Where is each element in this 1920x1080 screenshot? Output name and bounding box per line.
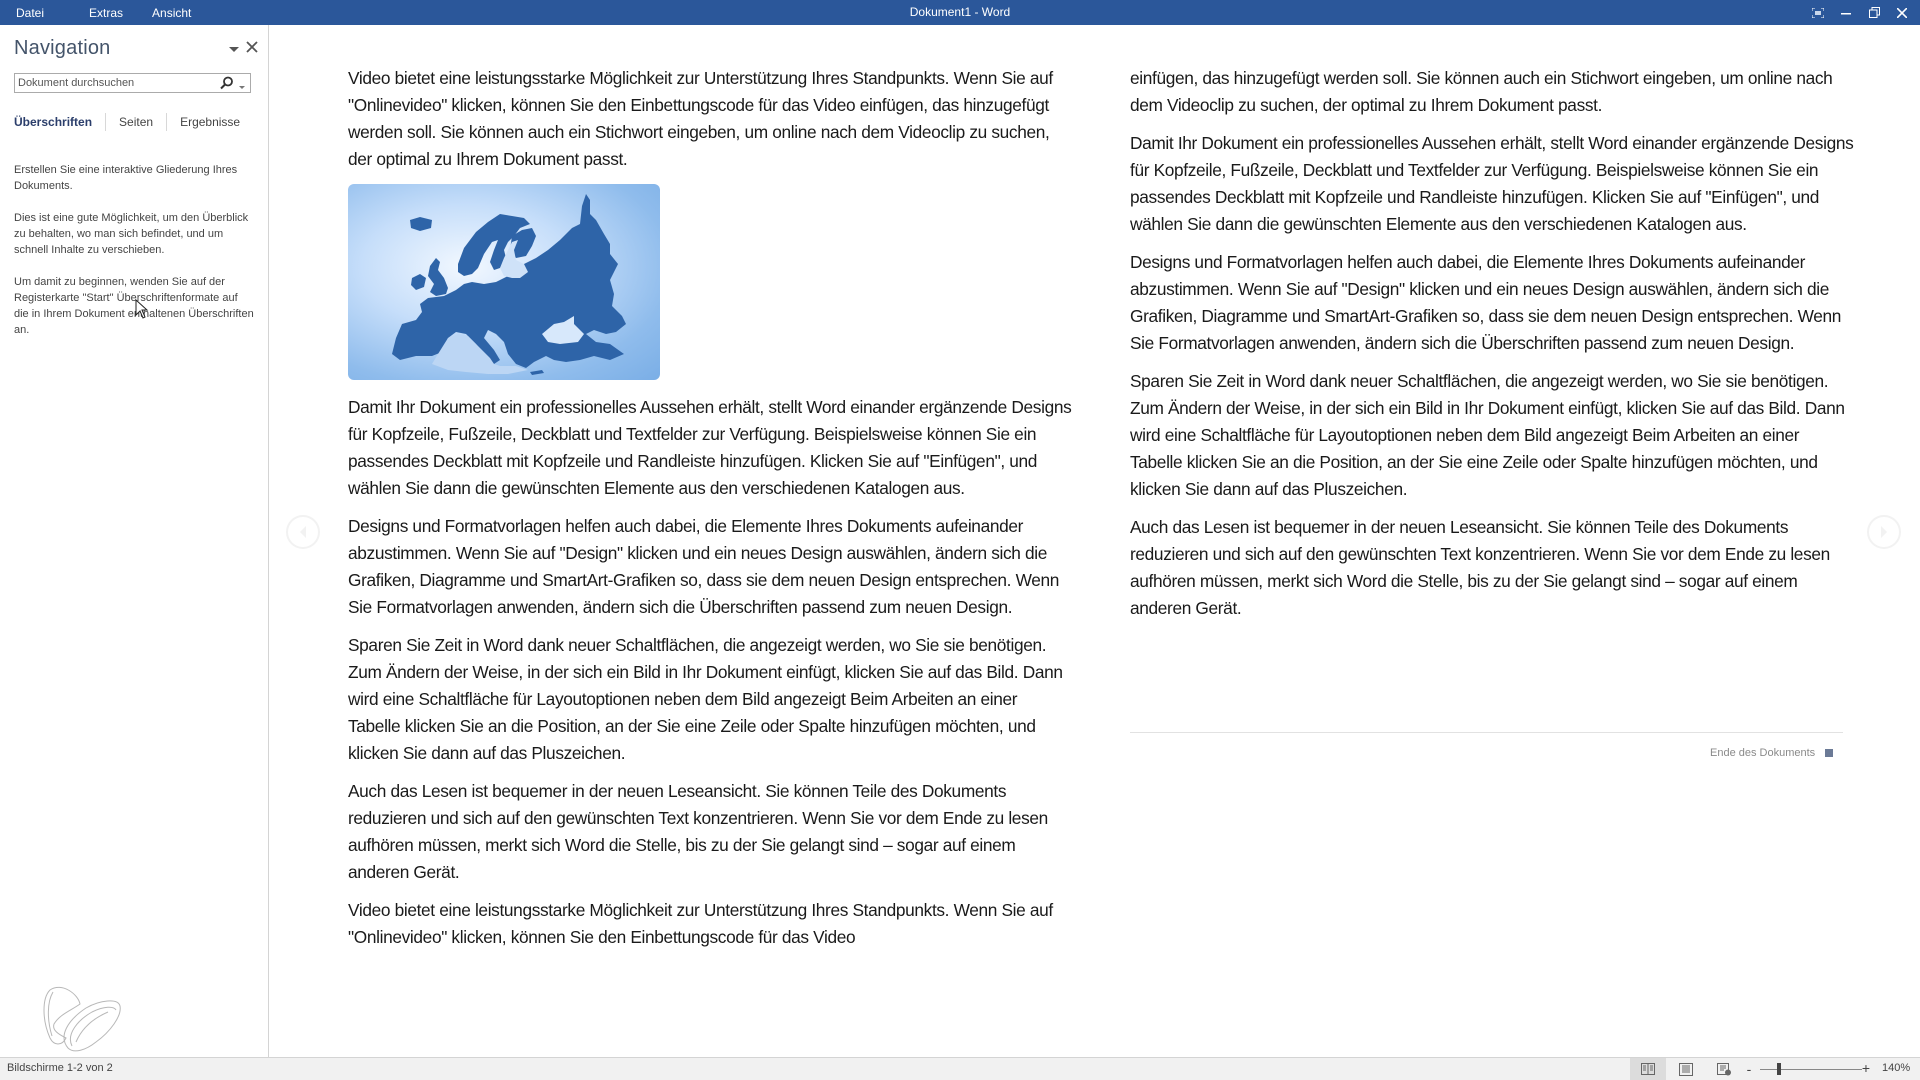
- window-controls: [1804, 0, 1920, 25]
- search-options-button[interactable]: [237, 79, 247, 89]
- help-paragraph: Erstellen Sie eine interaktive Gliederun…: [14, 164, 238, 192]
- web-layout-icon: [1716, 1062, 1731, 1075]
- menu-ansicht[interactable]: Ansicht: [152, 6, 191, 20]
- tab-ueberschriften[interactable]: Überschriften: [14, 115, 92, 129]
- menu-bar: Datei Extras Ansicht: [0, 0, 191, 25]
- end-of-document-marker: Ende des Dokuments: [1710, 747, 1834, 759]
- focus-mode-icon: [1812, 7, 1824, 18]
- europe-map-image[interactable]: [348, 184, 660, 380]
- window-title: Dokument1 - Word: [909, 5, 1011, 19]
- navigation-help-text: Erstellen Sie eine interaktive Gliederun…: [14, 162, 254, 354]
- search-input[interactable]: [15, 74, 215, 92]
- status-bar: Bildschirme 1-2 von 2 - + 140%: [0, 1057, 1920, 1080]
- menu-extras[interactable]: Extras: [89, 6, 123, 20]
- zoom-out-button[interactable]: -: [1744, 1061, 1754, 1077]
- tab-divider: [105, 113, 107, 131]
- document-paragraph: Video bietet eine leistungsstarke Möglic…: [348, 68, 1053, 169]
- search-box: [14, 73, 251, 93]
- help-paragraph: Um damit zu beginnen, wenden Sie auf der…: [14, 276, 254, 336]
- document-paragraph: Auch das Lesen ist bequemer in der neuen…: [348, 781, 1048, 882]
- navigation-pane: Navigation Überschriften Seiten Ergebnis…: [0, 25, 269, 1057]
- pane-options-button[interactable]: [228, 43, 240, 55]
- end-marker-square-icon: [1825, 749, 1834, 757]
- tab-seiten[interactable]: Seiten: [119, 115, 153, 129]
- minimize-icon: [1841, 12, 1851, 14]
- chevron-right-icon: [1881, 526, 1887, 538]
- end-of-document-divider: [1130, 732, 1843, 733]
- minimize-button[interactable]: [1832, 0, 1860, 25]
- read-mode-icon: [1641, 1063, 1655, 1075]
- document-paragraph: Auch das Lesen ist bequemer in der neuen…: [1130, 517, 1830, 618]
- restore-icon: [1868, 7, 1880, 18]
- caret-down-icon: [229, 47, 239, 52]
- document-paragraph: Sparen Sie Zeit in Word dank neuer Schal…: [1130, 371, 1845, 499]
- end-of-document-label: Ende des Dokuments: [1710, 747, 1816, 759]
- document-column-2: einfügen, das hinzugefügt werden soll. S…: [1130, 65, 1855, 633]
- search-icon: [220, 76, 233, 90]
- zoom-slider[interactable]: [1760, 1069, 1862, 1070]
- help-paragraph: Dies ist eine gute Möglichkeit, um den Ü…: [14, 212, 249, 256]
- document-paragraph: Damit Ihr Dokument ein professionelles A…: [348, 397, 1072, 498]
- menu-datei[interactable]: Datei: [16, 6, 44, 20]
- close-button[interactable]: [1888, 0, 1916, 25]
- caret-down-icon: [239, 86, 245, 89]
- document-paragraph: Sparen Sie Zeit in Word dank neuer Schal…: [348, 635, 1063, 763]
- next-page-button[interactable]: [1867, 515, 1901, 549]
- zoom-in-button[interactable]: +: [1860, 1060, 1872, 1076]
- restore-button[interactable]: [1860, 0, 1888, 25]
- view-modes: [1630, 1058, 1744, 1080]
- close-icon: [246, 41, 258, 53]
- europe-map-icon: [392, 194, 626, 375]
- butterfly-icon: [43, 986, 121, 1052]
- navigation-title: Navigation: [14, 37, 111, 59]
- mouse-cursor-icon: [135, 299, 149, 319]
- zoom-slider-thumb[interactable]: [1777, 1063, 1781, 1075]
- document-area: Video bietet eine leistungsstarke Möglic…: [270, 25, 1920, 1057]
- document-paragraph: Designs und Formatvorlagen helfen auch d…: [348, 516, 1060, 617]
- zoom-level[interactable]: 140%: [1882, 1062, 1910, 1074]
- navigation-tabs: Überschriften Seiten Ergebnisse: [14, 113, 240, 131]
- close-pane-button[interactable]: [245, 40, 259, 54]
- document-paragraph: Designs und Formatvorlagen helfen auch d…: [1130, 252, 1842, 353]
- screen-count: Bildschirme 1-2 von 2: [7, 1062, 113, 1074]
- tab-ergebnisse[interactable]: Ergebnisse: [180, 115, 240, 129]
- read-mode-button[interactable]: [1630, 1058, 1666, 1080]
- search-button[interactable]: [219, 76, 235, 90]
- close-icon: [1897, 7, 1907, 18]
- tab-divider: [166, 113, 168, 131]
- document-paragraph: Damit Ihr Dokument ein professionelles A…: [1130, 133, 1854, 234]
- focus-mode-button[interactable]: [1804, 0, 1832, 25]
- web-layout-button[interactable]: [1706, 1058, 1742, 1080]
- title-bar: Datei Extras Ansicht Dokument1 - Word: [0, 0, 1920, 25]
- print-layout-icon: [1679, 1062, 1693, 1076]
- print-layout-button[interactable]: [1668, 1058, 1704, 1080]
- document-paragraph: einfügen, das hinzugefügt werden soll. S…: [1130, 68, 1833, 115]
- previous-page-button[interactable]: [286, 515, 320, 549]
- document-paragraph: Video bietet eine leistungsstarke Möglic…: [348, 900, 1053, 947]
- chevron-left-icon: [300, 526, 306, 538]
- document-column-1: Video bietet eine leistungsstarke Möglic…: [348, 65, 1073, 962]
